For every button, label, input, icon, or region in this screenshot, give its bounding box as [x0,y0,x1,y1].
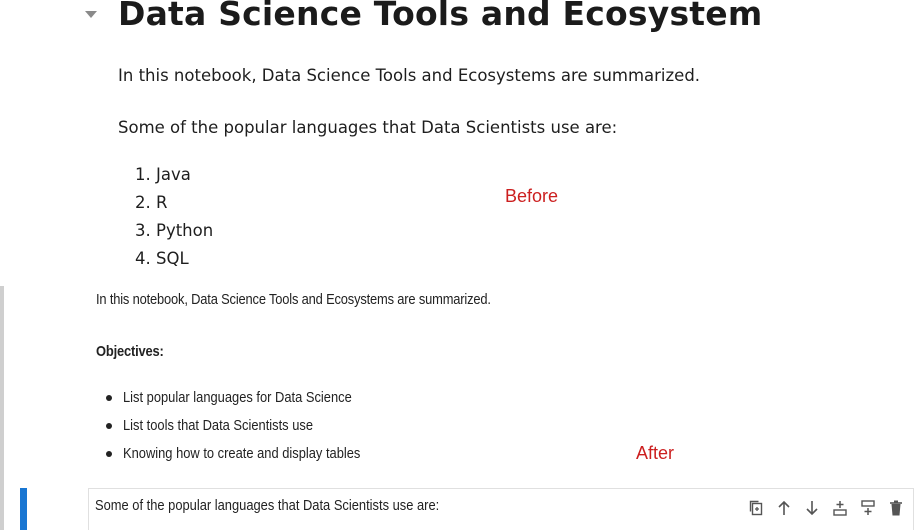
list-item: 2. R [135,193,168,212]
list-item: 3. Python [135,221,214,240]
before-languages-intro: Some of the popular languages that Data … [118,118,618,137]
after-annotation: After [636,443,675,463]
collapse-heading-caret-icon[interactable] [84,10,98,20]
bullet-icon [106,395,112,401]
cell-toolbar [745,497,907,519]
after-intro-text: In this notebook, Data Science Tools and… [96,291,491,308]
move-down-icon[interactable] [801,497,823,519]
list-item: List popular languages for Data Science [106,387,399,415]
insert-above-icon[interactable] [829,497,851,519]
list-item-text: List tools that Data Scientists use [123,417,314,434]
list-item: 4. SQL [135,249,189,268]
active-cell-indicator [20,488,27,530]
list-item: List tools that Data Scientists use [106,415,399,443]
notebook-heading: Data Science Tools and Ecosystem [118,0,763,33]
before-intro-text: In this notebook, Data Science Tools and… [118,66,701,85]
markdown-cell-editor[interactable]: Some of the popular languages that Data … [88,488,914,530]
objectives-heading: Objectives: [96,343,164,360]
list-item: Knowing how to create and display tables [106,443,399,471]
before-languages-list: 1. Java 2. R 3. Python 4. SQL [135,162,213,274]
before-annotation: Before [505,186,559,206]
list-item-text: Knowing how to create and display tables [123,445,361,462]
insert-below-icon[interactable] [857,497,879,519]
duplicate-cell-icon[interactable] [745,497,767,519]
cell-source-text[interactable]: Some of the popular languages that Data … [95,497,439,514]
objectives-list: List popular languages for Data Science … [106,387,399,471]
delete-icon[interactable] [885,497,907,519]
notebook-left-gutter [0,286,4,530]
bullet-icon [106,423,112,429]
move-up-icon[interactable] [773,497,795,519]
bullet-icon [106,451,112,457]
list-item-text: List popular languages for Data Science [123,389,352,406]
list-item: 1. Java [135,165,191,184]
